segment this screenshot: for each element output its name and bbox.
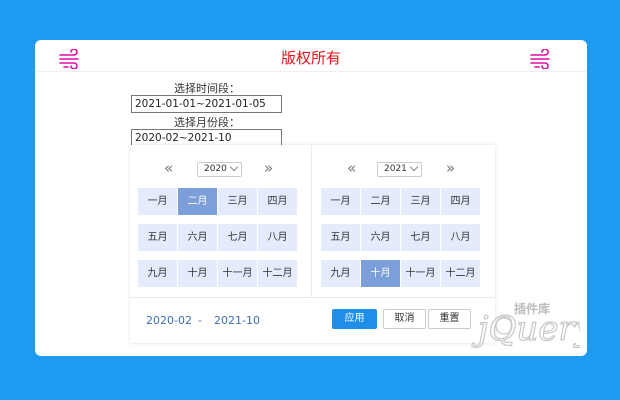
range-separator: - bbox=[198, 314, 202, 327]
month-range-label: 选择月份段： bbox=[174, 116, 240, 129]
year-value: 2021 bbox=[384, 164, 407, 174]
time-range-label: 选择时间段： bbox=[174, 82, 240, 95]
left-panel: « 2020 » 一月 二月 三月 四月五月 六月 七月 八月九月 十月 十一月 十二月 bbox=[130, 145, 312, 297]
apply-button[interactable]: 应用 bbox=[332, 309, 377, 329]
next-year-button[interactable]: » bbox=[264, 159, 273, 177]
year-select[interactable]: 2020 bbox=[197, 162, 242, 177]
main-card: 版权所有 选择时间段： 2021-01-01~2021-01-05 选择月份段：… bbox=[35, 40, 587, 356]
month-cell[interactable]: 四月 bbox=[258, 188, 297, 215]
reset-button[interactable]: 重置 bbox=[428, 309, 471, 329]
time-range-input[interactable]: 2021-01-01~2021-01-05 bbox=[131, 95, 282, 113]
page-title: 版权所有 bbox=[280, 49, 341, 67]
wind-icon bbox=[530, 49, 550, 69]
month-cell[interactable]: 二月 bbox=[361, 188, 400, 215]
month-cell[interactable]: 一月 bbox=[321, 188, 360, 215]
picker-footer: 2020-02 - 2021-10 应用 取消 重置 bbox=[130, 297, 495, 343]
month-cell[interactable]: 九月 bbox=[321, 260, 360, 287]
prev-year-button[interactable]: « bbox=[347, 159, 356, 177]
range-end: 2021-10 bbox=[214, 314, 260, 327]
month-cell[interactable]: 六月 bbox=[361, 224, 400, 251]
month-cell[interactable]: 三月 bbox=[401, 188, 440, 215]
month-cell[interactable]: 三月 bbox=[218, 188, 257, 215]
month-cell[interactable]: 八月 bbox=[441, 224, 480, 251]
month-cell[interactable]: 八月 bbox=[258, 224, 297, 251]
right-panel: « 2021 » 一月 二月 三月 四月五月 六月 七月 八月九月 十月 十一月 十二月 bbox=[313, 145, 495, 297]
month-cell[interactable]: 十月 bbox=[178, 260, 217, 287]
range-start: 2020-02 bbox=[146, 314, 192, 327]
month-cell[interactable]: 十月 bbox=[361, 260, 400, 287]
month-cell[interactable]: 七月 bbox=[218, 224, 257, 251]
month-cell[interactable]: 十二月 bbox=[258, 260, 297, 287]
year-value: 2020 bbox=[204, 164, 227, 174]
month-cell[interactable]: 十一月 bbox=[401, 260, 440, 287]
header: 版权所有 bbox=[35, 40, 587, 72]
month-cell[interactable]: 五月 bbox=[138, 224, 177, 251]
prev-year-button[interactable]: « bbox=[164, 159, 173, 177]
month-cell[interactable]: 二月 bbox=[178, 188, 217, 215]
cancel-button[interactable]: 取消 bbox=[383, 309, 426, 329]
month-cell[interactable]: 七月 bbox=[401, 224, 440, 251]
chevron-down-icon bbox=[229, 162, 239, 172]
month-cell[interactable]: 九月 bbox=[138, 260, 177, 287]
year-select[interactable]: 2021 bbox=[377, 162, 422, 177]
month-cell[interactable]: 十二月 bbox=[441, 260, 480, 287]
month-range-picker: « 2020 » 一月 二月 三月 四月 五月 六月 七月 八月 九月 十月 十一月 十二月 « 20… bbox=[130, 145, 495, 343]
month-cell[interactable]: 五月 bbox=[321, 224, 360, 251]
month-cell[interactable]: 六月 bbox=[178, 224, 217, 251]
month-cell[interactable]: 十一月 bbox=[218, 260, 257, 287]
month-cell[interactable]: 一月 bbox=[138, 188, 177, 215]
chevron-down-icon bbox=[409, 162, 419, 172]
next-year-button[interactable]: » bbox=[446, 159, 455, 177]
month-cell[interactable]: 四月 bbox=[441, 188, 480, 215]
